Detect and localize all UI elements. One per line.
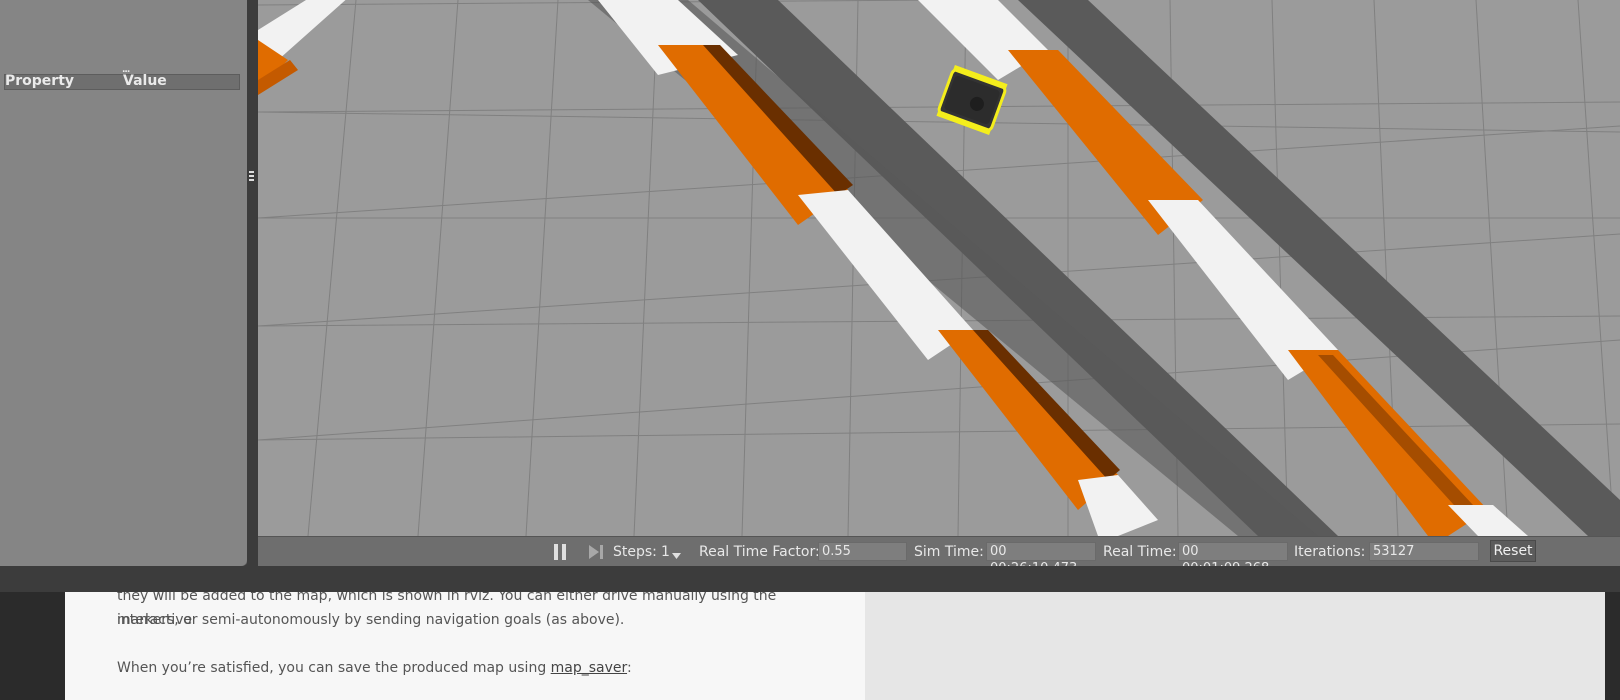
real-time-factor-label: Real Time Factor:: [699, 544, 820, 560]
simulation-toolbar: Steps: 1 Real Time Factor: 0.55 Sim Time…: [258, 536, 1620, 576]
pause-icon[interactable]: [554, 544, 568, 560]
steps-label: Steps:: [613, 544, 657, 560]
property-panel: Property ... Value: [0, 0, 247, 566]
reset-button[interactable]: Reset: [1490, 540, 1536, 562]
paragraph-line: When you’re satisfied, you can save the …: [117, 656, 837, 680]
iterations-label: Iterations:: [1294, 544, 1366, 560]
panel-splitter[interactable]: [247, 0, 257, 566]
real-time-factor-field: 0.55: [818, 542, 907, 561]
paragraph-text: :: [627, 660, 632, 676]
paragraph-text: When you’re satisfied, you can save the …: [117, 660, 551, 676]
scene-viewport[interactable]: [258, 0, 1620, 536]
steps-value[interactable]: 1: [661, 544, 670, 560]
gazebo-window: Property ... Value Steps: 1 Real Time Fa…: [0, 0, 1620, 592]
splitter-handle-icon[interactable]: [249, 171, 254, 185]
map-saver-link[interactable]: map_saver: [551, 660, 627, 676]
sim-time-field: 00 00:26:10.473: [986, 542, 1096, 576]
property-table-header: Property ... Value: [4, 65, 240, 90]
chevron-down-icon[interactable]: [672, 547, 681, 563]
real-time-label: Real Time:: [1103, 544, 1177, 560]
paragraph-line: markers, or semi-autonomously by sending…: [117, 612, 625, 628]
property-column-header[interactable]: Property: [5, 73, 74, 89]
step-forward-icon[interactable]: [588, 544, 604, 560]
real-time-field: 00 00:01:09.268: [1178, 542, 1288, 576]
value-column-header[interactable]: Value: [123, 73, 167, 89]
iterations-field: 53127: [1369, 542, 1479, 561]
window-bottom-bar: [0, 566, 1620, 592]
sim-time-label: Sim Time:: [914, 544, 984, 560]
